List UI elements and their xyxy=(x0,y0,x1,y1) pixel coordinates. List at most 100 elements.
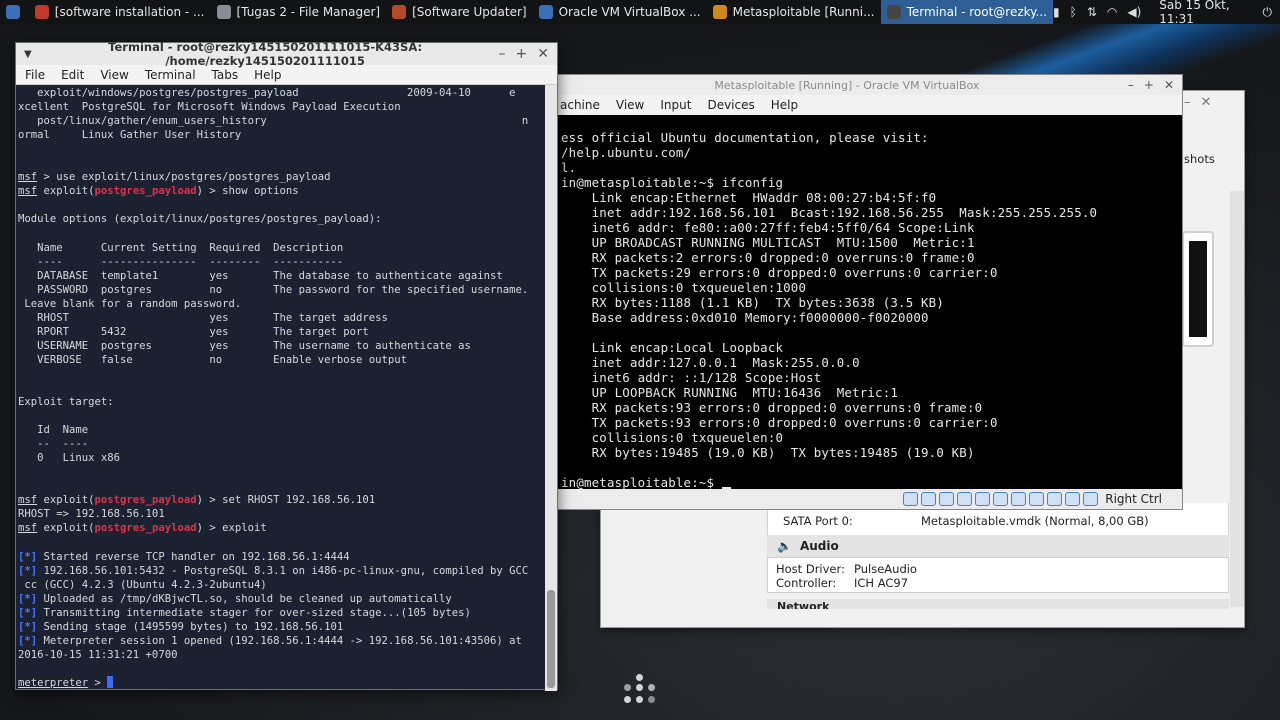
vm-window-title: Metasploitable [Running] - Oracle VM Vir… xyxy=(714,78,980,92)
terminal-output[interactable]: exploit/windows/postgres/postgres_payloa… xyxy=(16,85,546,691)
vm-console-line: in@metasploitable:~$ xyxy=(561,475,1182,490)
terminal-menu-edit[interactable]: Edit xyxy=(61,68,84,82)
taskbar-task[interactable]: [Tugas 2 - File Manager] xyxy=(211,0,387,24)
preview-frame xyxy=(1182,231,1214,347)
vm-console-line: ess official Ubuntu documentation, pleas… xyxy=(561,130,929,145)
terminal-line: -- ---- xyxy=(18,438,89,451)
close-icon[interactable]: ✕ xyxy=(1201,95,1212,110)
terminal-line: meterpreter > xyxy=(18,675,544,690)
terminal-line: PASSWORD postgres no The password for th… xyxy=(18,283,529,296)
vm-menu-machine[interactable]: achine xyxy=(560,98,600,112)
close-icon[interactable]: ✕ xyxy=(537,46,549,62)
terminal-line: msf > use exploit/linux/postgres/postgre… xyxy=(18,171,331,184)
terminal-scrollbar[interactable] xyxy=(545,85,557,691)
hard-disk-icon[interactable] xyxy=(903,492,919,506)
mouse-integration-icon[interactable] xyxy=(1065,492,1081,506)
taskbar-app-menu[interactable] xyxy=(0,0,29,24)
video-capture-icon[interactable] xyxy=(1029,492,1045,506)
vm-console-line: UP BROADCAST RUNNING MULTICAST MTU:1500 … xyxy=(561,235,975,250)
vm-menu-help[interactable]: Help xyxy=(771,98,798,112)
vm-menu-input[interactable]: Input xyxy=(660,98,691,112)
battery-icon[interactable]: ▮ xyxy=(1053,5,1060,19)
preview-screen xyxy=(1189,241,1207,337)
task-app-icon xyxy=(538,5,553,19)
network-status-icon[interactable] xyxy=(957,492,973,506)
usb-icon[interactable] xyxy=(975,492,991,506)
vm-console-line: inet addr:192.168.56.101 Bcast:192.168.5… xyxy=(561,205,1098,220)
clock[interactable]: Sab 15 Okt, 11:31 xyxy=(1151,0,1252,26)
controller-value: ICH AC97 xyxy=(854,576,909,590)
details-scrollbar[interactable] xyxy=(1230,191,1244,607)
network-icon[interactable]: ⇅ xyxy=(1087,5,1097,19)
user-menu-icon[interactable]: ⏻ xyxy=(1263,5,1273,20)
terminal-line: ---- --------------- -------- ----------… xyxy=(18,255,344,268)
maximize-icon[interactable]: + xyxy=(516,46,528,62)
terminal-line: Id Name xyxy=(18,424,89,437)
vm-titlebar[interactable]: Metasploitable [Running] - Oracle VM Vir… xyxy=(558,75,1182,95)
terminal-line: [*] Meterpreter session 1 opened (192.16… xyxy=(18,634,522,647)
optical-drive-icon[interactable] xyxy=(921,492,937,506)
display-icon[interactable] xyxy=(1011,492,1027,506)
vm-console-line xyxy=(561,325,1182,340)
terminal-line: [*] 192.168.56.101:5432 - PostgreSQL 8.3… xyxy=(18,564,529,577)
vm-console-line: collisions:0 txqueuelen:1000 xyxy=(561,280,807,295)
terminal-menu-tabs[interactable]: Tabs xyxy=(212,68,239,82)
taskbar-task[interactable]: Oracle VM VirtualBox ... xyxy=(533,0,707,24)
audio-icon: 🔈 xyxy=(777,539,792,553)
minimize-icon[interactable]: – xyxy=(1128,78,1134,92)
window-menu-icon[interactable]: ▼ xyxy=(24,49,32,60)
snapshots-tab-label[interactable]: shots xyxy=(1184,152,1215,166)
terminal-menu-terminal[interactable]: Terminal xyxy=(145,68,196,82)
terminal-line: msf exploit(postgres_payload) > set RHOS… xyxy=(18,494,376,507)
wifi-icon[interactable]: ◠ xyxy=(1107,5,1117,19)
terminal-menu-help[interactable]: Help xyxy=(254,68,281,82)
terminal-menu-file[interactable]: File xyxy=(25,68,45,82)
task-label: Oracle VM VirtualBox ... xyxy=(558,5,701,19)
host-key-icon[interactable] xyxy=(1083,492,1099,506)
loading-spinner-icon xyxy=(624,674,656,706)
terminal-line: RHOST yes The target address xyxy=(18,311,388,324)
metasploitable-vm-window: Metasploitable [Running] - Oracle VM Vir… xyxy=(557,74,1183,510)
terminal-line: RPORT 5432 yes The target port xyxy=(18,325,369,338)
bluetooth-icon[interactable]: ᛒ xyxy=(1070,5,1077,19)
terminal-line: msf exploit(postgres_payload) > show opt… xyxy=(18,185,299,198)
audio-section-header[interactable]: 🔈 Audio xyxy=(767,535,1229,557)
terminal-menu-view[interactable]: View xyxy=(100,68,128,82)
vm-menu-devices[interactable]: Devices xyxy=(707,98,754,112)
audio-status-icon[interactable] xyxy=(939,492,955,506)
vm-console-line: TX packets:29 errors:0 dropped:0 overrun… xyxy=(561,265,998,280)
audio-section-title: Audio xyxy=(799,539,839,553)
terminal-line: msf exploit(postgres_payload) > exploit xyxy=(18,522,267,535)
terminal-line: Module options (exploit/linux/postgres/p… xyxy=(18,213,382,226)
terminal-line: [*] Started reverse TCP handler on 192.1… xyxy=(18,550,350,563)
taskbar-task[interactable]: Terminal - root@rezky... xyxy=(880,0,1053,24)
host-driver-label: Host Driver: xyxy=(776,562,845,576)
task-label: Terminal - root@rezky... xyxy=(906,5,1047,19)
network-section-header[interactable]: Network xyxy=(767,599,1229,609)
terminal-line: Exploit target: xyxy=(18,396,114,409)
terminal-scrollbar-thumb[interactable] xyxy=(547,590,555,688)
taskbar-task[interactable]: Metasploitable [Runni... xyxy=(707,0,881,24)
minimize-icon[interactable]: – xyxy=(499,46,506,62)
volume-icon[interactable]: ◀) xyxy=(1127,5,1141,19)
close-icon[interactable]: ✕ xyxy=(1164,78,1174,92)
terminal-line: cc (GCC) 4.2.3 (Ubuntu 4.2.3-2ubuntu4) xyxy=(18,578,267,591)
minimize-icon[interactable]: – xyxy=(1184,95,1191,110)
maximize-icon[interactable]: + xyxy=(1144,78,1154,92)
terminal-titlebar[interactable]: ▼ Terminal - root@rezky145150201111015-K… xyxy=(16,40,557,68)
terminal-line: DATABASE template1 yes The database to a… xyxy=(18,269,503,282)
vm-status-bar: Right Ctrl xyxy=(558,489,1182,509)
vm-console-screen[interactable]: ess official Ubuntu documentation, pleas… xyxy=(558,116,1182,490)
vm-menu-view[interactable]: View xyxy=(616,98,644,112)
vm-console-line: /help.ubuntu.com/ xyxy=(561,145,692,160)
taskbar-task[interactable]: [software installation - ... xyxy=(29,0,211,24)
task-label: [software installation - ... xyxy=(54,5,205,19)
taskbar-task[interactable]: [Software Updater] xyxy=(386,0,532,24)
terminal-line: USERNAME postgres yes The username to au… xyxy=(18,339,471,352)
shared-folders-icon[interactable] xyxy=(993,492,1009,506)
cpu-icon[interactable] xyxy=(1047,492,1063,506)
